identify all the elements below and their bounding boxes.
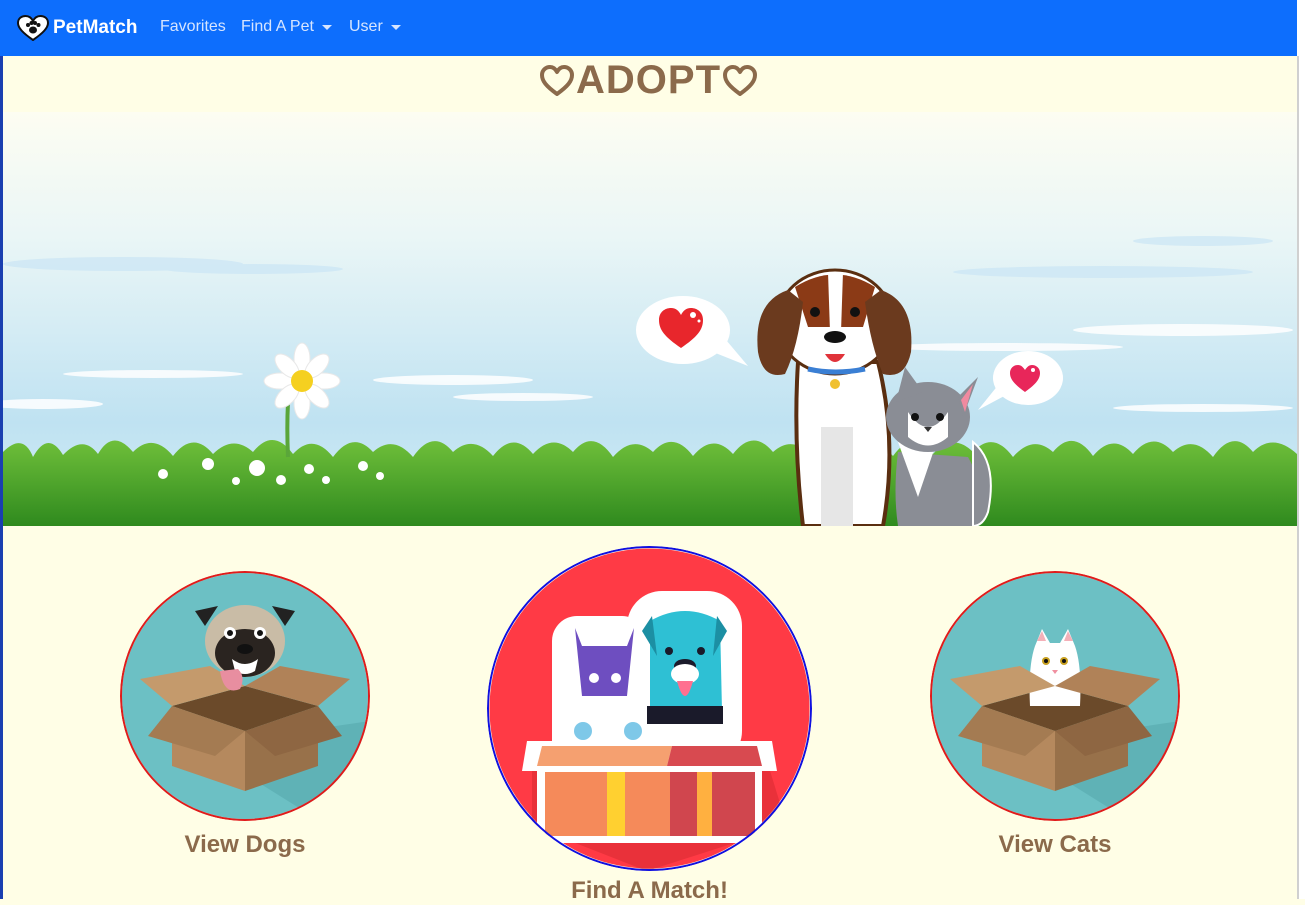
nav-favorites[interactable]: Favorites (160, 18, 226, 36)
view-cats-card[interactable] (930, 571, 1180, 821)
nav-favorites-label: Favorites (160, 18, 226, 35)
find-a-match-card[interactable] (487, 546, 812, 871)
paw-heart-icon (17, 15, 49, 41)
heart-outline-icon (723, 64, 757, 96)
card-ring (120, 571, 370, 821)
chevron-down-icon (321, 24, 332, 30)
card-ring (487, 546, 812, 871)
page-title: ADOPT (0, 58, 1297, 103)
chevron-down-icon (390, 24, 401, 30)
view-cats-link[interactable]: View Cats (930, 831, 1180, 859)
page-title-text: ADOPT (576, 58, 721, 102)
card-ring (930, 571, 1180, 821)
nav-user-label: User (349, 18, 383, 35)
find-a-match-link[interactable]: Find A Match! (487, 877, 812, 905)
brand-name: PetMatch (53, 17, 138, 38)
hero-banner (0, 112, 1297, 528)
navbar: PetMatch Favorites Find A Pet User (0, 0, 1297, 56)
nav-find-a-pet-dropdown[interactable]: Find A Pet (241, 18, 332, 36)
nav-find-a-pet-label: Find A Pet (241, 18, 314, 35)
brand-link[interactable]: PetMatch (17, 14, 137, 42)
scrollbar-track[interactable] (1297, 0, 1305, 899)
heart-outline-icon (540, 64, 574, 96)
hero-illustration (0, 112, 1297, 528)
view-dogs-card[interactable] (120, 571, 370, 821)
view-dogs-link[interactable]: View Dogs (120, 831, 370, 859)
nav-user-dropdown[interactable]: User (349, 18, 401, 36)
